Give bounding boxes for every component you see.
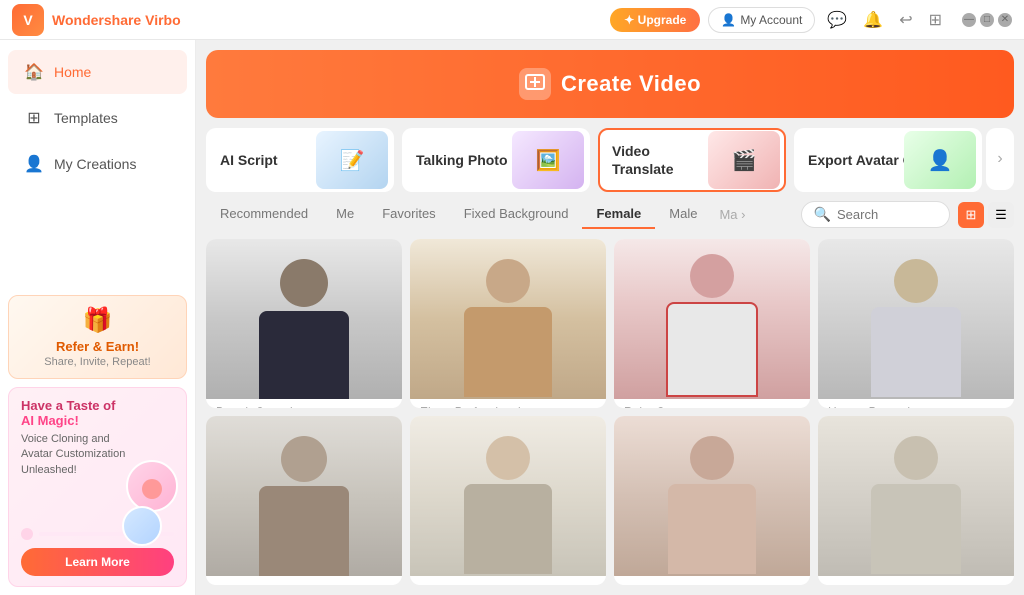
promo-refer-subtitle: Share, Invite, Repeat! — [21, 356, 174, 368]
feature-card-ai-script[interactable]: AI Script 📝 — [206, 128, 394, 192]
chat-icon[interactable]: 💬 — [823, 6, 851, 34]
avatar-label-ruby: Ruby-Games — [614, 399, 810, 408]
bell-icon[interactable]: 🔔 — [859, 6, 887, 34]
video-translate-thumbnail: 🎬 — [704, 130, 784, 190]
export-avatar-image: 👤 — [904, 131, 976, 189]
feature-cards: AI Script 📝 Talking Photo 🖼️ VideoTransl… — [206, 128, 1014, 192]
maximize-button[interactable]: □ — [980, 13, 994, 27]
avatar-label-row2-3 — [614, 576, 810, 585]
ai-script-image: 📝 — [316, 131, 388, 189]
avatar-image-row2-2 — [410, 416, 606, 576]
talking-photo-image: 🖼️ — [512, 131, 584, 189]
promo-ai-card[interactable]: Have a Taste of AI Magic! Voice Cloning … — [8, 387, 187, 587]
tab-female[interactable]: Female — [582, 200, 655, 229]
title-bar: V Wondershare Virbo ✦ Upgrade 👤 My Accou… — [0, 0, 1024, 40]
hero-content: Create Video — [519, 68, 701, 100]
feature-card-export-avatar[interactable]: Export Avatar Only 👤 — [794, 128, 982, 192]
avatar-card-row2-2[interactable] — [410, 416, 606, 585]
sidebar-item-templates[interactable]: ⊞ Templates — [8, 96, 187, 140]
tab-more[interactable]: Ma › — [711, 201, 753, 228]
home-icon: 🏠 — [24, 62, 44, 82]
avatar-image-row2-1 — [206, 416, 402, 576]
tab-recommended[interactable]: Recommended — [206, 200, 322, 229]
sidebar-item-templates-label: Templates — [54, 110, 118, 126]
app-name: Wondershare Virbo — [52, 12, 181, 28]
tab-fixed-background[interactable]: Fixed Background — [450, 200, 583, 229]
app-branding: V Wondershare Virbo — [12, 4, 181, 36]
hero-title: Create Video — [561, 71, 701, 97]
avatar-label-row2-1 — [206, 576, 402, 585]
talking-photo-thumbnail: 🖼️ — [508, 130, 588, 190]
tab-male[interactable]: Male — [655, 200, 711, 229]
avatar-image-row2-3 — [614, 416, 810, 576]
upgrade-button[interactable]: ✦ Upgrade — [610, 8, 700, 32]
avatar-label-row2-4 — [818, 576, 1014, 585]
sidebar-item-my-creations[interactable]: 👤 My Creations — [8, 142, 187, 186]
avatar-image-elena — [410, 239, 606, 399]
sidebar: 🏠 Home ⊞ Templates 👤 My Creations 🎁 Refe… — [0, 40, 196, 595]
content-area: Create Video AI Script 📝 Talking Photo 🖼… — [196, 40, 1024, 595]
sidebar-item-creations-label: My Creations — [54, 156, 136, 172]
minimize-button[interactable]: — — [962, 13, 976, 27]
search-icon: 🔍 — [814, 206, 831, 223]
avatar-image-row2-4 — [818, 416, 1014, 576]
export-avatar-thumbnail: 👤 — [900, 130, 980, 190]
filter-tabs: Recommended Me Favorites Fixed Backgroun… — [196, 192, 1024, 233]
search-input[interactable] — [837, 207, 937, 222]
avatar-card-row2-4[interactable] — [818, 416, 1014, 585]
tab-favorites[interactable]: Favorites — [368, 200, 449, 229]
promo-refer-title: Refer & Earn! — [21, 339, 174, 354]
avatar-card-harper[interactable]: Harper-Promotion — [818, 239, 1014, 408]
learn-more-button[interactable]: Learn More — [21, 548, 174, 576]
feature-card-talking-photo[interactable]: Talking Photo 🖼️ — [402, 128, 590, 192]
tab-me[interactable]: Me — [322, 200, 368, 229]
avatar-image-ruby — [614, 239, 810, 399]
my-creations-icon: 👤 — [24, 154, 44, 174]
promo-refer-card[interactable]: 🎁 Refer & Earn! Share, Invite, Repeat! — [8, 295, 187, 379]
history-icon[interactable]: ↩ — [895, 6, 916, 34]
promo-ai-title: Have a Taste of AI Magic! — [21, 398, 174, 428]
avatar-label-row2-2 — [410, 576, 606, 585]
grid-icon[interactable]: ⊞ — [925, 6, 946, 34]
avatar-card-ruby[interactable]: Ruby-Games — [614, 239, 810, 408]
close-button[interactable]: ✕ — [998, 13, 1012, 27]
avatar-card-row2-3[interactable] — [614, 416, 810, 585]
search-box: 🔍 — [801, 201, 950, 228]
video-translate-image: 🎬 — [708, 131, 780, 189]
view-toggle: ⊞ ☰ — [958, 202, 1014, 228]
window-controls: — □ ✕ — [962, 13, 1012, 27]
sidebar-promo: 🎁 Refer & Earn! Share, Invite, Repeat! H… — [0, 287, 195, 595]
avatar-card-elena[interactable]: Elena-Professional — [410, 239, 606, 408]
feature-cards-next-button[interactable]: › — [986, 128, 1014, 190]
title-bar-actions: ✦ Upgrade 👤 My Account 💬 🔔 ↩ ⊞ — □ ✕ — [610, 6, 1012, 34]
list-view-button[interactable]: ☰ — [988, 202, 1014, 228]
grid-view-button[interactable]: ⊞ — [958, 202, 984, 228]
ai-script-thumbnail: 📝 — [312, 130, 392, 190]
templates-icon: ⊞ — [24, 108, 44, 128]
app-logo: V — [12, 4, 44, 36]
avatar-label-harper: Harper-Promotion — [818, 399, 1014, 408]
sidebar-nav: 🏠 Home ⊞ Templates 👤 My Creations — [0, 40, 195, 287]
hero-banner[interactable]: Create Video — [206, 50, 1014, 118]
avatar-image-brandt — [206, 239, 402, 399]
account-icon: 👤 — [721, 13, 736, 27]
avatar-card-row2-1[interactable] — [206, 416, 402, 585]
ai-decoration — [122, 460, 178, 546]
avatar-image-harper — [818, 239, 1014, 399]
avatar-label-elena: Elena-Professional — [410, 399, 606, 408]
sidebar-item-home[interactable]: 🏠 Home — [8, 50, 187, 94]
avatar-label-brandt: Brandt-Casual — [206, 399, 402, 408]
sidebar-item-home-label: Home — [54, 64, 91, 80]
avatar-grid: Brandt-Casual Elena-Professional — [196, 233, 1024, 595]
feature-card-video-translate[interactable]: VideoTranslate 🎬 — [598, 128, 786, 192]
gift-icon: 🎁 — [21, 306, 174, 335]
create-video-icon — [519, 68, 551, 100]
avatar-card-brandt[interactable]: Brandt-Casual — [206, 239, 402, 408]
account-button[interactable]: 👤 My Account — [708, 7, 815, 33]
main-layout: 🏠 Home ⊞ Templates 👤 My Creations 🎁 Refe… — [0, 40, 1024, 595]
